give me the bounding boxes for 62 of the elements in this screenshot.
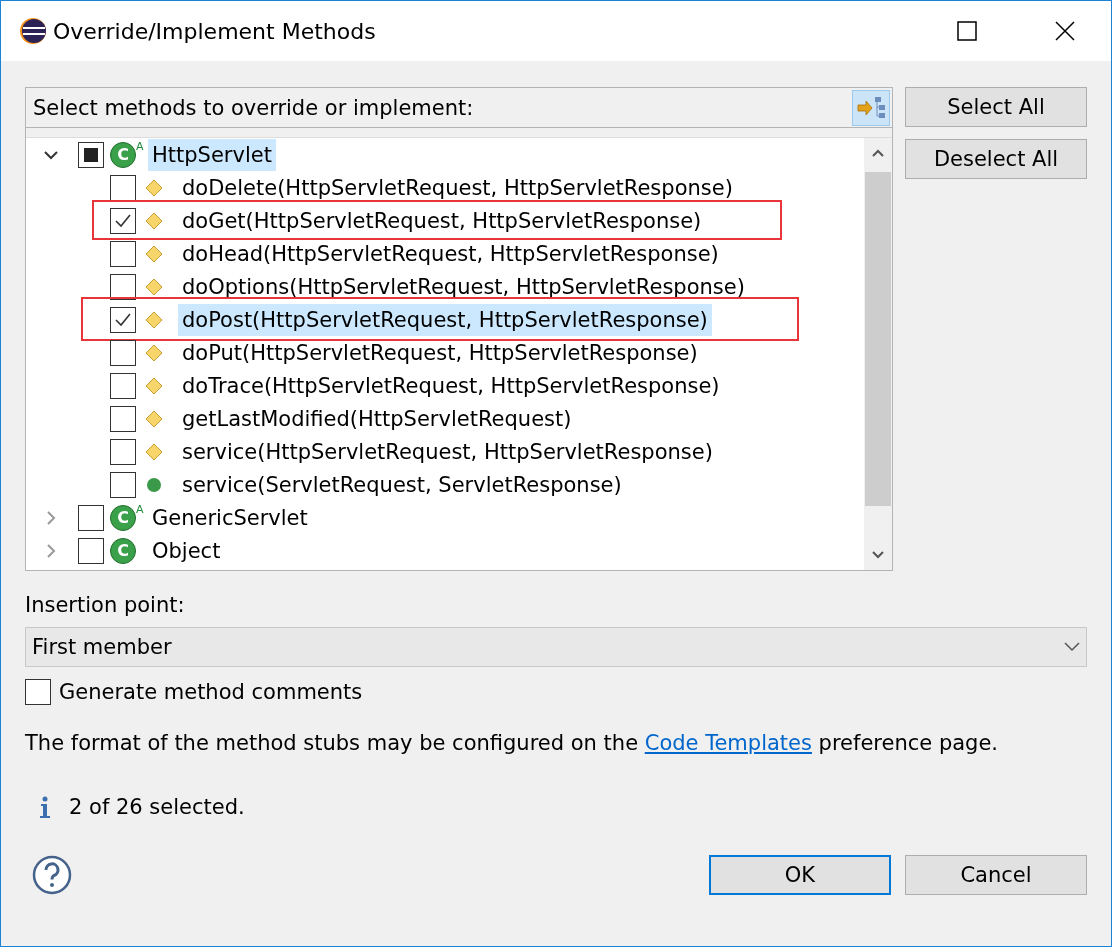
checkbox[interactable] bbox=[110, 240, 136, 267]
diamond-icon bbox=[145, 442, 163, 461]
status-text: 2 of 26 selected. bbox=[69, 795, 245, 819]
checkbox[interactable] bbox=[110, 438, 136, 465]
window-title: Override/Implement Methods bbox=[53, 18, 377, 44]
checkbox[interactable] bbox=[25, 679, 51, 705]
checkbox[interactable] bbox=[110, 405, 136, 432]
tree-item[interactable]: Object bbox=[148, 534, 225, 567]
checkbox[interactable] bbox=[78, 141, 104, 168]
checkbox[interactable] bbox=[78, 504, 104, 531]
checkbox-label: Generate method comments bbox=[59, 680, 363, 704]
diamond-icon bbox=[145, 178, 163, 197]
diamond-icon bbox=[145, 310, 163, 329]
tree-item[interactable]: doGet(HttpServletRequest, HttpServletResponse) bbox=[178, 204, 706, 237]
note-text: The format of the method stubs may be configured on the Code Templates preference page. bbox=[25, 731, 999, 755]
insertion-label: Insertion point: bbox=[25, 593, 186, 617]
modifier-mark: A bbox=[136, 503, 145, 516]
class-icon: C bbox=[110, 537, 136, 564]
help-icon[interactable] bbox=[32, 855, 72, 895]
diamond-icon bbox=[145, 409, 163, 428]
diamond-icon bbox=[145, 343, 163, 362]
class-icon: C bbox=[110, 504, 136, 531]
tree-item[interactable]: doOptions(HttpServletRequest, HttpServletResponse) bbox=[178, 270, 749, 303]
class-icon: C bbox=[110, 141, 136, 168]
cancel-button[interactable]: Cancel bbox=[905, 855, 1087, 895]
tree-item[interactable]: doTrace(HttpServletRequest, HttpServletResponse) bbox=[178, 369, 724, 402]
diamond-icon bbox=[145, 277, 163, 296]
select-button[interactable]: Select All bbox=[905, 87, 1087, 127]
tree-item[interactable]: doHead(HttpServletRequest, HttpServletResponse) bbox=[178, 237, 723, 270]
diamond-icon bbox=[145, 376, 163, 395]
checkbox[interactable] bbox=[110, 372, 136, 399]
info-icon bbox=[39, 796, 51, 818]
checkbox[interactable] bbox=[110, 273, 136, 300]
circle-icon bbox=[146, 476, 162, 493]
close-icon[interactable] bbox=[1055, 21, 1075, 41]
checkbox[interactable] bbox=[78, 537, 104, 564]
checkbox[interactable] bbox=[110, 174, 136, 201]
code-templates-link[interactable]: Code Templates bbox=[644, 731, 812, 755]
tree-item[interactable]: doPost(HttpServletRequest, HttpServletResponse) bbox=[178, 303, 712, 336]
insertion-dropdown[interactable]: First member bbox=[25, 627, 1087, 667]
scrollbar[interactable] bbox=[864, 138, 892, 570]
checkbox[interactable] bbox=[110, 207, 136, 234]
diamond-icon bbox=[145, 244, 163, 263]
group-toggle-button[interactable] bbox=[852, 89, 890, 126]
checkbox[interactable] bbox=[110, 306, 136, 333]
tree-item[interactable]: doPut(HttpServletRequest, HttpServletResponse) bbox=[178, 336, 702, 369]
checkbox[interactable] bbox=[110, 471, 136, 498]
tree-item[interactable]: doDelete(HttpServletRequest, HttpServletResponse) bbox=[178, 171, 737, 204]
select-button[interactable]: Deselect All bbox=[905, 139, 1087, 179]
tree-item[interactable]: HttpServlet bbox=[148, 138, 276, 171]
maximize-icon[interactable] bbox=[957, 21, 977, 41]
checkbox[interactable] bbox=[110, 339, 136, 366]
tree-item[interactable]: GenericServlet bbox=[148, 501, 312, 534]
tree-item[interactable]: service(HttpServletRequest, HttpServletResponse) bbox=[178, 435, 717, 468]
diamond-icon bbox=[145, 211, 163, 230]
chevron-down-icon bbox=[1064, 642, 1080, 652]
tree-item[interactable]: service(ServletRequest, ServletResponse) bbox=[178, 468, 626, 501]
tree-item[interactable]: getLastModified(HttpServletRequest) bbox=[178, 402, 576, 435]
modifier-mark: A bbox=[136, 140, 145, 153]
ok-button[interactable]: OK bbox=[709, 855, 891, 895]
eclipse-logo-icon bbox=[19, 17, 47, 45]
panel-heading: Select methods to override or implement: bbox=[33, 95, 474, 120]
